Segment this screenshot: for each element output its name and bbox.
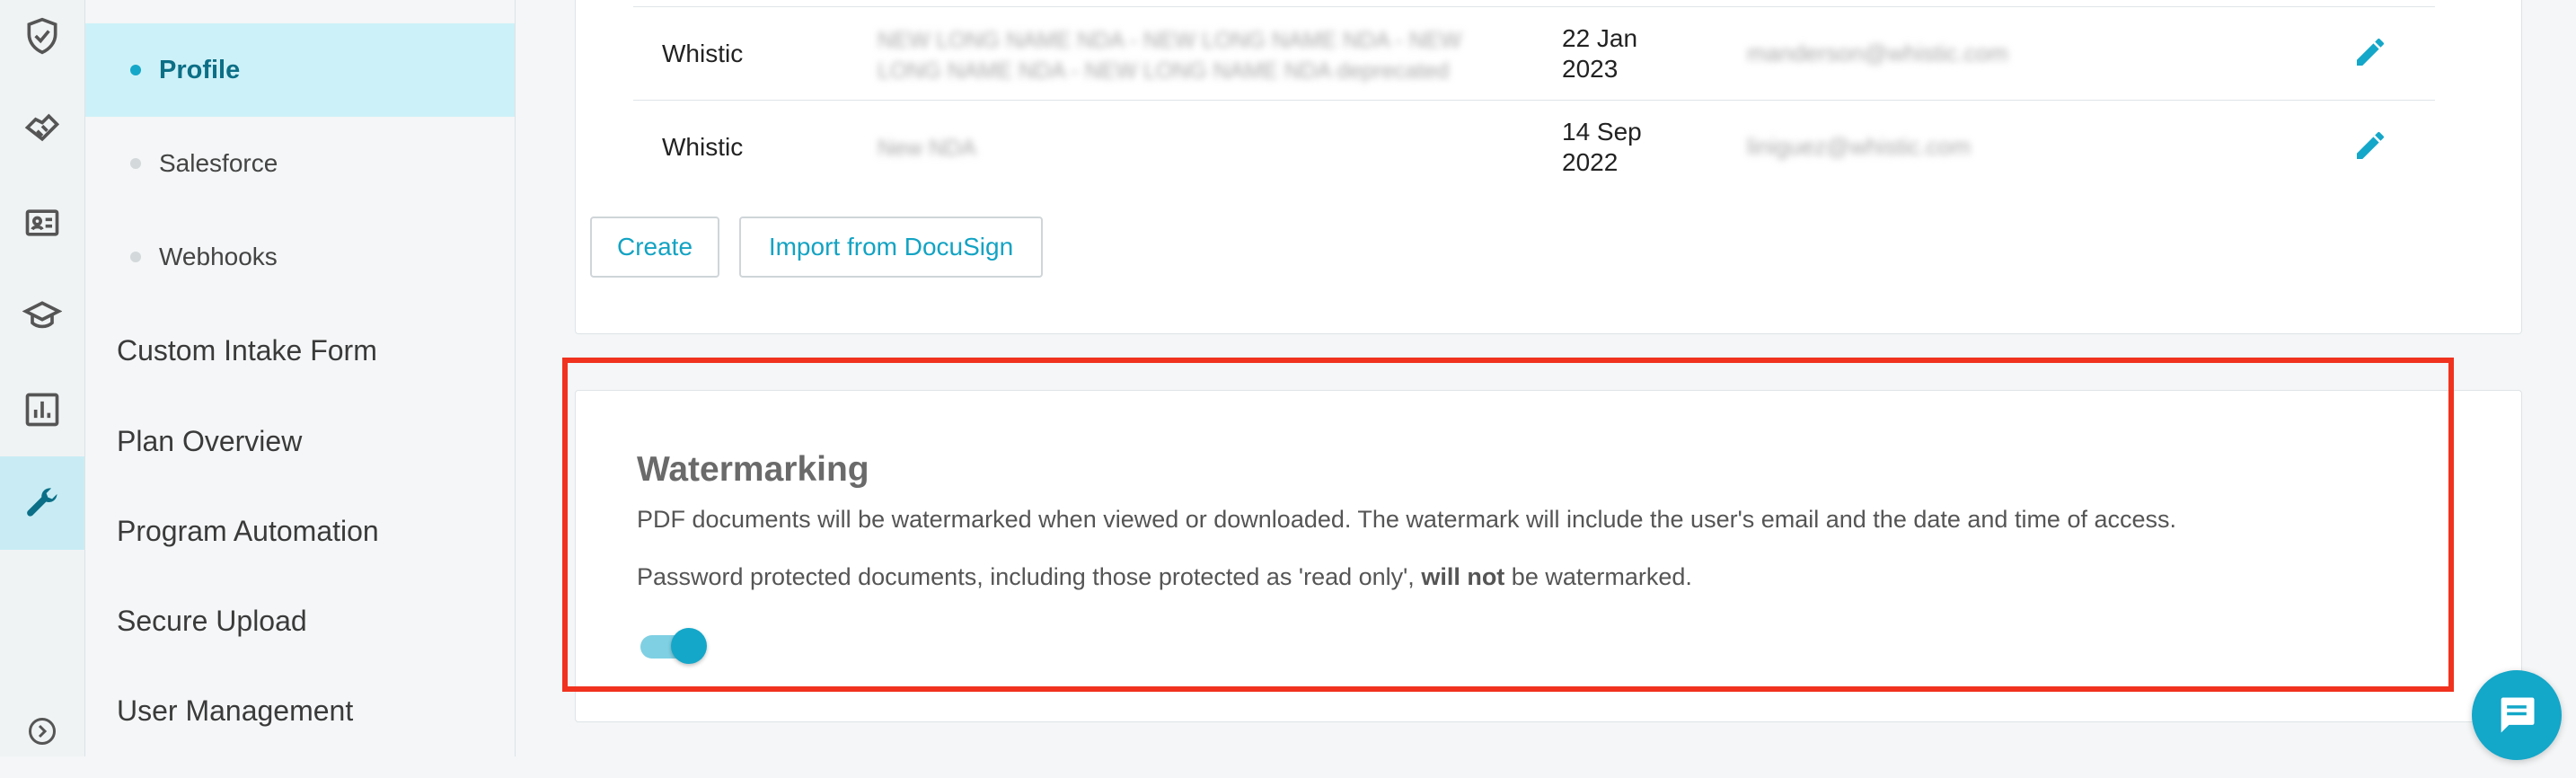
rail-item-shield[interactable] [0, 0, 84, 83]
chat-bubble-icon [2501, 697, 2535, 733]
note-prefix: Password protected documents, including … [637, 563, 1422, 590]
table-row: Whistic New NDA 14 Sep 2022 liniguez@whi… [633, 100, 2435, 194]
rail-item-id-card[interactable] [0, 176, 84, 270]
nda-email: liniguez@whistic.com [1747, 133, 1971, 160]
edit-button[interactable] [2352, 34, 2388, 75]
expand-circle-icon [29, 718, 56, 745]
rail-item-expand[interactable] [0, 685, 84, 778]
main-content: Whistic NEW LONG NAME NDA - NEW LONG NAM… [516, 0, 2576, 756]
nav-item-user-management[interactable]: User Management [117, 694, 353, 728]
nda-company: Whistic [662, 133, 744, 161]
nav-item-label: Salesforce [159, 149, 278, 177]
create-button[interactable]: Create [590, 217, 719, 278]
rail-item-handshake[interactable] [0, 81, 84, 174]
table-row: Whistic NEW LONG NAME NDA - NEW LONG NAM… [633, 6, 2435, 101]
graduation-cap-icon [22, 301, 62, 329]
note-bold: will not [1421, 563, 1505, 590]
icon-rail [0, 0, 85, 756]
shield-check-icon [27, 17, 57, 55]
nav-item-salesforce[interactable]: Salesforce [85, 117, 515, 210]
toggle-knob [671, 628, 707, 664]
handshake-icon [24, 113, 60, 142]
nda-card: Whistic NEW LONG NAME NDA - NEW LONG NAM… [575, 0, 2522, 334]
watermarking-title: Watermarking [637, 450, 869, 489]
settings-nav: Profile Salesforce Webhooks Custom Intak… [85, 0, 516, 756]
rail-item-reports[interactable] [0, 363, 84, 456]
nda-date: 22 Jan 2023 [1562, 24, 1638, 83]
watermarking-description: PDF documents will be watermarked when v… [637, 506, 2176, 533]
nav-item-custom-intake-form[interactable]: Custom Intake Form [117, 334, 377, 367]
watermarking-toggle[interactable] [640, 628, 707, 664]
bar-chart-icon [25, 393, 59, 427]
nav-bullet-dot [130, 65, 141, 75]
pencil-icon [2357, 38, 2384, 66]
nav-item-webhooks[interactable]: Webhooks [85, 210, 515, 304]
nav-item-program-automation[interactable]: Program Automation [117, 515, 379, 548]
nav-item-label: Webhooks [159, 243, 278, 270]
nda-email: manderson@whistic.com [1747, 40, 2008, 66]
nav-bullet-dot [130, 252, 141, 262]
nda-company: Whistic [662, 40, 744, 67]
import-docusign-button[interactable]: Import from DocuSign [739, 217, 1043, 278]
nda-name: New NDA [878, 136, 976, 161]
nav-item-label: Profile [159, 55, 241, 84]
edit-button[interactable] [2352, 128, 2388, 168]
rail-item-settings[interactable] [0, 456, 84, 550]
id-card-icon [25, 209, 59, 236]
wrench-icon [27, 488, 57, 517]
nav-bullet-dot [130, 158, 141, 169]
nav-item-profile[interactable]: Profile [85, 23, 515, 117]
nav-item-plan-overview[interactable]: Plan Overview [117, 425, 302, 458]
nda-date: 14 Sep 2022 [1562, 118, 1642, 176]
rail-item-training[interactable] [0, 270, 84, 363]
note-suffix: be watermarked. [1504, 563, 1692, 590]
nav-item-secure-upload[interactable]: Secure Upload [117, 605, 307, 638]
nda-name: NEW LONG NAME NDA - NEW LONG NAME NDA - … [878, 28, 1462, 84]
pencil-icon [2357, 131, 2384, 159]
watermarking-card: Watermarking PDF documents will be water… [575, 390, 2522, 722]
watermarking-note: Password protected documents, including … [637, 563, 1692, 591]
chat-button[interactable] [2472, 670, 2562, 760]
